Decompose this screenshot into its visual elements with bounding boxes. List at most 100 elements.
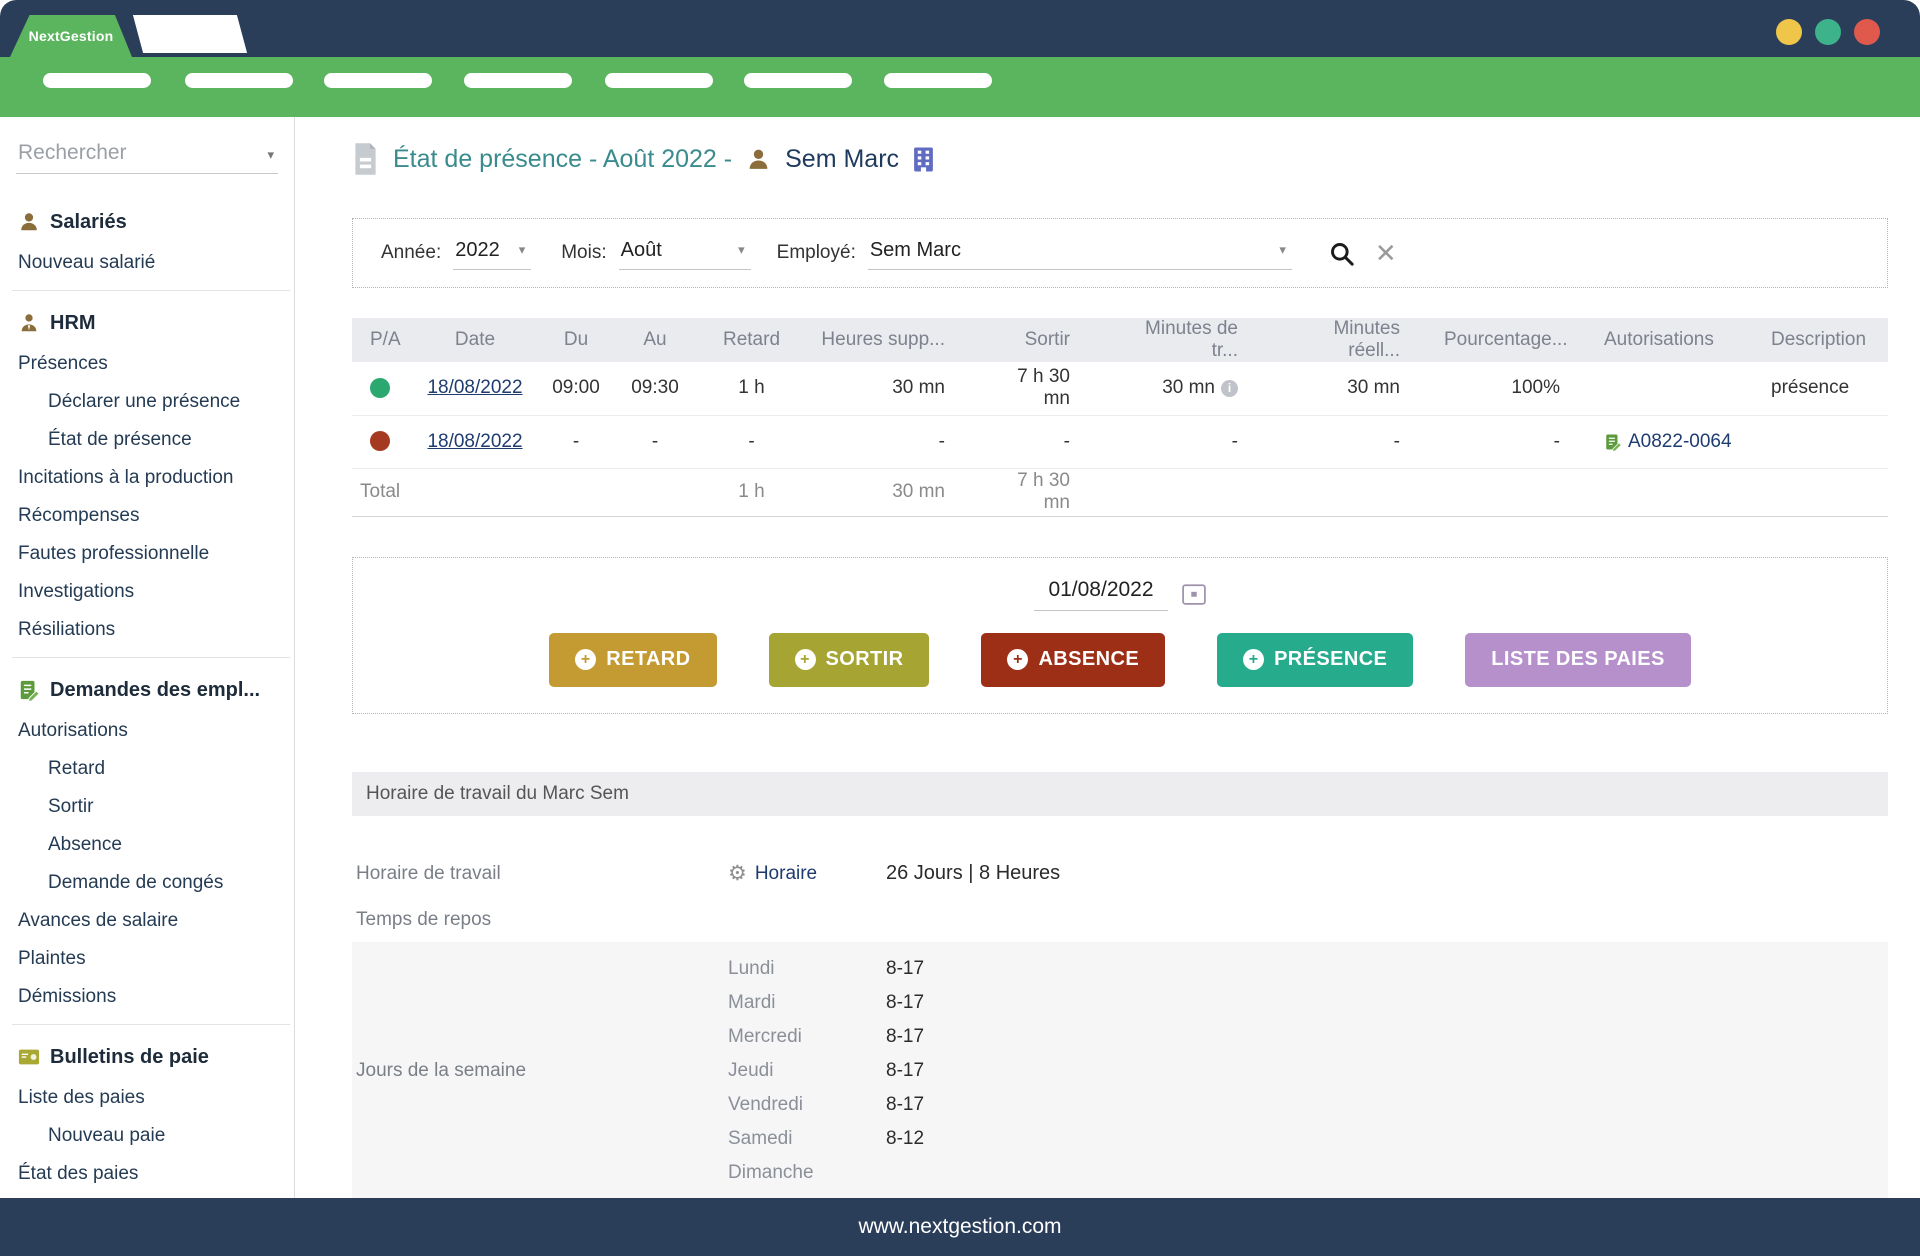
sidebar-section-hrm[interactable]: HRM [0,301,294,345]
col-minutes-reelles: Minutes réell... [1282,318,1444,362]
nav-pill[interactable] [605,73,713,88]
nav-pill[interactable] [43,73,151,88]
sidebar-item-incitations[interactable]: Incitations à la production [0,459,294,497]
search-input[interactable] [16,137,278,174]
calendar-icon[interactable] [1182,583,1206,605]
search-button[interactable] [1328,240,1355,267]
add-absence-button[interactable]: + ABSENCE [981,633,1165,687]
maximize-button[interactable] [1815,19,1841,45]
total-heures-supp: 30 mn [809,468,989,516]
sidebar-item-resiliations[interactable]: Résiliations [0,611,294,649]
date-input[interactable]: 01/08/2022 [1034,578,1167,611]
add-sortir-button[interactable]: + SORTIR [769,633,930,687]
sidebar-section-salaries[interactable]: Salariés [0,200,294,244]
sidebar-item-investigations[interactable]: Investigations [0,573,294,611]
month-label: Mois: [561,242,606,264]
brand-label: NextGestion [29,28,114,44]
footer-url: www.nextgestion.com [858,1215,1061,1239]
sidebar-item-etat-presence[interactable]: État de présence [0,421,294,459]
authorization-link[interactable]: A0822-0064 [1628,431,1732,453]
sidebar-item-autorisations[interactable]: Autorisations [0,712,294,750]
sidebar-item-fautes[interactable]: Fautes professionnelle [0,535,294,573]
day-hours: 8-17 [886,1088,1888,1122]
cell-description: présence [1769,362,1888,415]
sidebar-item-demande-conges[interactable]: Demande de congés [0,864,294,902]
plus-icon: + [1007,649,1028,670]
sidebar-item-liste-paies[interactable]: Liste des paies [0,1079,294,1117]
building-icon[interactable] [913,147,934,172]
day-name: Jeudi [728,1054,886,1088]
year-label: Année: [381,242,441,264]
close-button[interactable] [1854,19,1880,45]
schedule-section-header: Horaire de travail du Marc Sem [352,772,1888,816]
page-title: État de présence - Août 2022 - [393,145,732,174]
day-hours: 8-12 [886,1122,1888,1156]
nav-pill[interactable] [185,73,293,88]
nav-pill[interactable] [464,73,572,88]
col-minutes-travail: Minutes de tr... [1114,318,1282,362]
cell-minutes-travail: 30 mn [1162,377,1215,398]
total-label: Total [352,468,694,516]
cell-retard: 1 h [694,362,809,415]
info-icon[interactable]: i [1221,380,1238,397]
employee-name: Sem Marc [785,145,899,174]
chevron-down-icon: ▾ [728,242,745,258]
divider [12,657,290,658]
horaire-link[interactable]: Horaire [755,863,817,885]
cell-au: 09:30 [616,362,694,415]
col-date: Date [414,318,536,362]
sidebar-item-avances[interactable]: Avances de salaire [0,902,294,940]
sidebar-section-demandes[interactable]: Demandes des empl... [0,668,294,712]
sidebar-search: ▾ [16,137,278,174]
sidebar-item-absence[interactable]: Absence [0,826,294,864]
chevron-down-icon: ▾ [1269,242,1286,258]
sidebar-item-recompenses[interactable]: Récompenses [0,497,294,535]
date-link[interactable]: 18/08/2022 [427,431,522,452]
add-retard-button[interactable]: + RETARD [549,633,716,687]
add-presence-button[interactable]: + PRÉSENCE [1217,633,1413,687]
sidebar-item-demissions[interactable]: Démissions [0,978,294,1016]
nav-pill[interactable] [744,73,852,88]
nav-pill[interactable] [324,73,432,88]
day-name: Dimanche [728,1156,886,1190]
sidebar-item-declarer-presence[interactable]: Déclarer une présence [0,383,294,421]
action-panel: 01/08/2022 + RETARD + SORTIR + ABSENCE [352,557,1888,714]
date-link[interactable]: 18/08/2022 [427,377,522,398]
sidebar-item-presences[interactable]: Présences [0,345,294,383]
schedule-summary: 26 Jours | 8 Heures [886,862,1888,885]
table-total-row: Total 1 h 30 mn 7 h 30 mn [352,468,1888,516]
title-bar: NextGestion [0,0,1920,57]
day-name: Samedi [728,1122,886,1156]
section-label: HRM [50,312,96,335]
liste-des-paies-button[interactable]: LISTE DES PAIES [1465,633,1690,687]
sidebar-item-etat-paies[interactable]: État des paies [0,1155,294,1193]
col-retard: Retard [694,318,809,362]
cell-minutes-reelles: - [1282,415,1444,468]
cell-pourcentage: - [1444,415,1604,468]
total-sortir: 7 h 30 mn [989,468,1114,516]
sidebar-item-nouveau-paie[interactable]: Nouveau paie [0,1117,294,1155]
sidebar-item-sortir[interactable]: Sortir [0,788,294,826]
inactive-tab[interactable] [133,15,247,53]
sidebar-item-retard[interactable]: Retard [0,750,294,788]
clear-filter-icon[interactable]: ✕ [1375,238,1397,269]
sidebar: ▾ Salariés Nouveau salarié HRM Présences… [0,117,295,1198]
month-select[interactable]: Août ▾ [619,237,751,270]
year-select[interactable]: 2022 ▾ [453,237,531,270]
chevron-down-icon[interactable]: ▾ [267,147,274,163]
window-controls [1776,19,1880,45]
sidebar-item-plaintes[interactable]: Plaintes [0,940,294,978]
authorization-doc-icon [1604,433,1622,451]
gear-icon: ⚙ [728,861,747,886]
work-schedule-label: Horaire de travail [352,863,728,885]
plus-icon: + [795,649,816,670]
nav-pill[interactable] [884,73,992,88]
employee-select[interactable]: Sem Marc ▾ [868,237,1292,270]
sidebar-section-bulletins[interactable]: Bulletins de paie [0,1035,294,1079]
sidebar-item-nouveau-salarie[interactable]: Nouveau salarié [0,244,294,282]
minimize-button[interactable] [1776,19,1802,45]
cell-minutes-reelles: 30 mn [1282,362,1444,415]
day-name: Mardi [728,986,886,1020]
brand-tab[interactable]: NextGestion [10,15,132,57]
col-sortir: Sortir [989,318,1114,362]
